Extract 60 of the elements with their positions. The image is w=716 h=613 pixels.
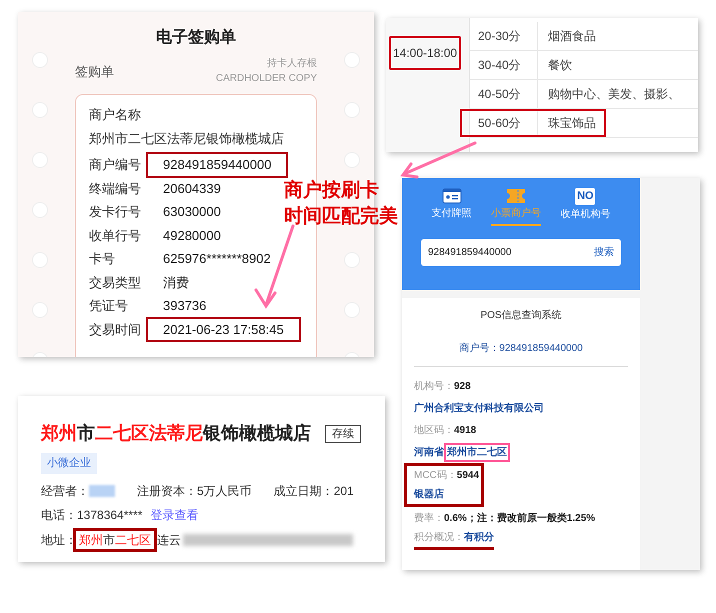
receipt-title: 电子签购单 xyxy=(156,28,236,48)
field-value: 63030000 xyxy=(162,203,222,221)
merchant-number: 商户号：928491859440000 xyxy=(414,341,628,367)
info-line: 机构号：928 xyxy=(414,380,471,394)
merchant-category: 购物中心、美发、摄影、 xyxy=(547,86,681,103)
tab[interactable]: NO 收单机构号 xyxy=(560,188,610,227)
points-range: 40-50分 xyxy=(470,80,538,108)
search-field[interactable]: 928491859440000 搜索 xyxy=(421,239,621,266)
field-label: 商户编号 xyxy=(89,156,142,174)
merchant-category: 餐饮 xyxy=(547,57,573,74)
registered-capital: 注册资本：5万人民币 xyxy=(137,483,252,500)
info-line: 费率：0.6%；注：费改前原一般类1.25% xyxy=(414,511,596,526)
receipt-subtitle: 签购单 xyxy=(75,63,114,81)
address-district: 郑州市二七区 xyxy=(73,528,157,552)
system-title: POS信息查询系统 xyxy=(479,308,563,323)
phone-number: 电话：1378364**** xyxy=(41,507,142,524)
no-icon: NO xyxy=(575,188,596,205)
field-label: 卡号 xyxy=(89,250,116,268)
field-label: 收单行号 xyxy=(89,226,142,244)
merchant-category: 珠宝饰品 xyxy=(547,115,597,132)
copy-label-english: CARDHOLDER COPY xyxy=(216,72,317,86)
field-label: 凭证号 xyxy=(89,297,129,315)
merchant-name: 郑州市二七区法蒂尼银饰橄榄城店 xyxy=(89,130,285,148)
company-name: 郑州市二七区法蒂尼银饰橄榄城店 xyxy=(41,422,311,445)
card-icon xyxy=(442,188,462,204)
field-value: 20604339 xyxy=(162,180,222,198)
time-range: 14:00-18:00 xyxy=(389,36,462,70)
merchant-category: 烟酒食品 xyxy=(547,28,597,45)
annotation-line: 时间匹配完美 xyxy=(284,204,398,229)
address-street: 连云 xyxy=(157,532,181,549)
field-value: 49280000 xyxy=(162,226,222,244)
field-label: 终端编号 xyxy=(89,180,142,198)
info-line: 地区码：4918 xyxy=(414,424,476,438)
field-value: 2021-06-23 17:58:45 xyxy=(146,316,301,342)
field-value: 消费 xyxy=(162,274,190,292)
login-link[interactable]: 登录查看 xyxy=(150,506,198,524)
points-range: 50-60分 xyxy=(470,111,538,135)
company-tag: 小微企业 xyxy=(41,453,97,474)
field-label: 交易时间 xyxy=(89,320,142,338)
field-label: 交易类型 xyxy=(89,274,142,292)
founded-date: 成立日期：201 xyxy=(274,483,354,500)
copy-label: 持卡人存根 xyxy=(267,56,317,71)
points-range: 20-30分 xyxy=(470,22,538,50)
status-badge: 存续 xyxy=(325,424,361,442)
info-link[interactable]: 广州合利宝支付科技有限公司 xyxy=(414,400,544,416)
ticket-icon xyxy=(506,188,526,204)
info-line: MCC码：5944 xyxy=(414,469,480,483)
annotation-line: 商户按刷卡 xyxy=(284,178,380,203)
blurred-name xyxy=(89,485,115,497)
field-value: 928491859440000 xyxy=(146,152,288,178)
field-value: 393736 xyxy=(162,297,208,315)
operator-label: 经营者： xyxy=(41,483,89,500)
field-label: 发卡行号 xyxy=(89,203,142,221)
points-line: 积分概况：有积分 xyxy=(414,530,494,550)
search-button[interactable]: 搜索 xyxy=(594,245,614,260)
region-line: 河南省 郑州市二七区 xyxy=(414,444,510,460)
tab[interactable]: 支付牌照 xyxy=(432,188,472,227)
field-value: 625976*******8902 xyxy=(162,250,272,268)
field-label: 商户名称 xyxy=(89,106,142,124)
points-range: 30-40分 xyxy=(470,51,538,79)
